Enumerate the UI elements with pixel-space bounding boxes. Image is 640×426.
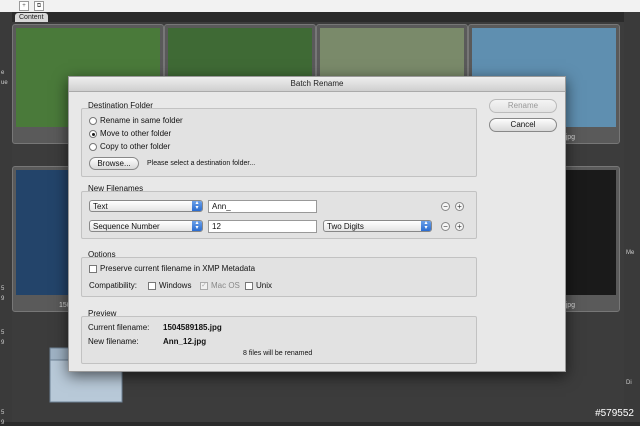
- new-filename-label: New filename:: [88, 337, 139, 346]
- filename-type-select-1[interactable]: Text ▴ ▾: [89, 200, 203, 212]
- options-group: [81, 257, 477, 297]
- preserve-filename-checkbox[interactable]: [89, 265, 97, 273]
- minus-icon[interactable]: −: [441, 202, 450, 211]
- radio-move-to-other-folder[interactable]: [89, 130, 97, 138]
- dialog-title: Batch Rename: [69, 77, 565, 92]
- filename-type-value: Sequence Number: [93, 222, 160, 231]
- windows-checkbox[interactable]: [148, 282, 156, 290]
- left-panel-text: 9: [1, 420, 5, 426]
- updown-arrow-icon: ▴ ▾: [192, 220, 202, 231]
- rename-count-text: 8 files will be renamed: [243, 350, 313, 357]
- right-panel: Me Di: [624, 12, 640, 422]
- watermark: #579552: [595, 408, 634, 419]
- unix-label: Unix: [256, 281, 273, 290]
- browse-hint: Please select a destination folder...: [147, 160, 256, 167]
- macos-label: Mac OS: [211, 281, 240, 290]
- filename-text-field[interactable]: Ann_: [208, 200, 317, 213]
- toolbar-button-2[interactable]: ⧉: [34, 1, 44, 11]
- left-panel-text: 5: [1, 410, 5, 416]
- left-panel-text: 5: [1, 330, 5, 336]
- right-panel-text: Di: [626, 380, 632, 386]
- updown-arrow-icon: ▴ ▾: [421, 220, 431, 231]
- new-filename-value: Ann_12.jpg: [163, 337, 207, 346]
- macos-checkbox: ✓: [200, 282, 208, 290]
- radio-copy-to-other-folder[interactable]: [89, 143, 97, 151]
- updown-arrow-icon: ▴ ▾: [192, 200, 202, 211]
- unix-checkbox[interactable]: [245, 282, 253, 290]
- current-filename-value: 1504589185.jpg: [163, 323, 222, 332]
- filename-type-select-2[interactable]: Sequence Number ▴ ▾: [89, 220, 203, 232]
- left-panel-text: e: [1, 70, 5, 76]
- right-panel-text: Me: [626, 250, 635, 256]
- cancel-button[interactable]: Cancel: [489, 118, 557, 132]
- radio-rename-same-folder[interactable]: [89, 117, 97, 125]
- digits-format-select[interactable]: Two Digits ▴ ▾: [323, 220, 432, 232]
- current-filename-label: Current filename:: [88, 323, 150, 332]
- compatibility-label: Compatibility:: [89, 281, 138, 290]
- sequence-number-field[interactable]: 12: [208, 220, 317, 233]
- windows-label: Windows: [159, 281, 192, 290]
- radio-copy-to-other-folder-label: Copy to other folder: [100, 142, 171, 151]
- left-panel-text: 9: [1, 296, 5, 302]
- tab-content[interactable]: Content: [15, 13, 48, 22]
- plus-icon[interactable]: +: [455, 202, 464, 211]
- left-panel: e ue 5 9 5 9 5 9: [0, 12, 12, 426]
- browse-button[interactable]: Browse...: [89, 157, 139, 170]
- rename-button[interactable]: Rename: [489, 99, 557, 113]
- batch-rename-dialog: Batch Rename Rename Cancel Destination F…: [68, 76, 566, 372]
- radio-rename-same-folder-label: Rename in same folder: [100, 116, 183, 125]
- top-toolbar: + ⧉: [0, 0, 640, 12]
- digits-format-value: Two Digits: [327, 222, 364, 231]
- toolbar-button-1[interactable]: +: [19, 1, 29, 11]
- plus-icon[interactable]: +: [455, 222, 464, 231]
- left-panel-text: ue: [1, 80, 8, 86]
- radio-move-to-other-folder-label: Move to other folder: [100, 129, 172, 138]
- left-panel-text: 9: [1, 340, 5, 346]
- left-panel-text: 5: [1, 286, 5, 292]
- preserve-filename-label: Preserve current filename in XMP Metadat…: [100, 264, 256, 273]
- filename-type-value: Text: [93, 202, 108, 211]
- minus-icon[interactable]: −: [441, 222, 450, 231]
